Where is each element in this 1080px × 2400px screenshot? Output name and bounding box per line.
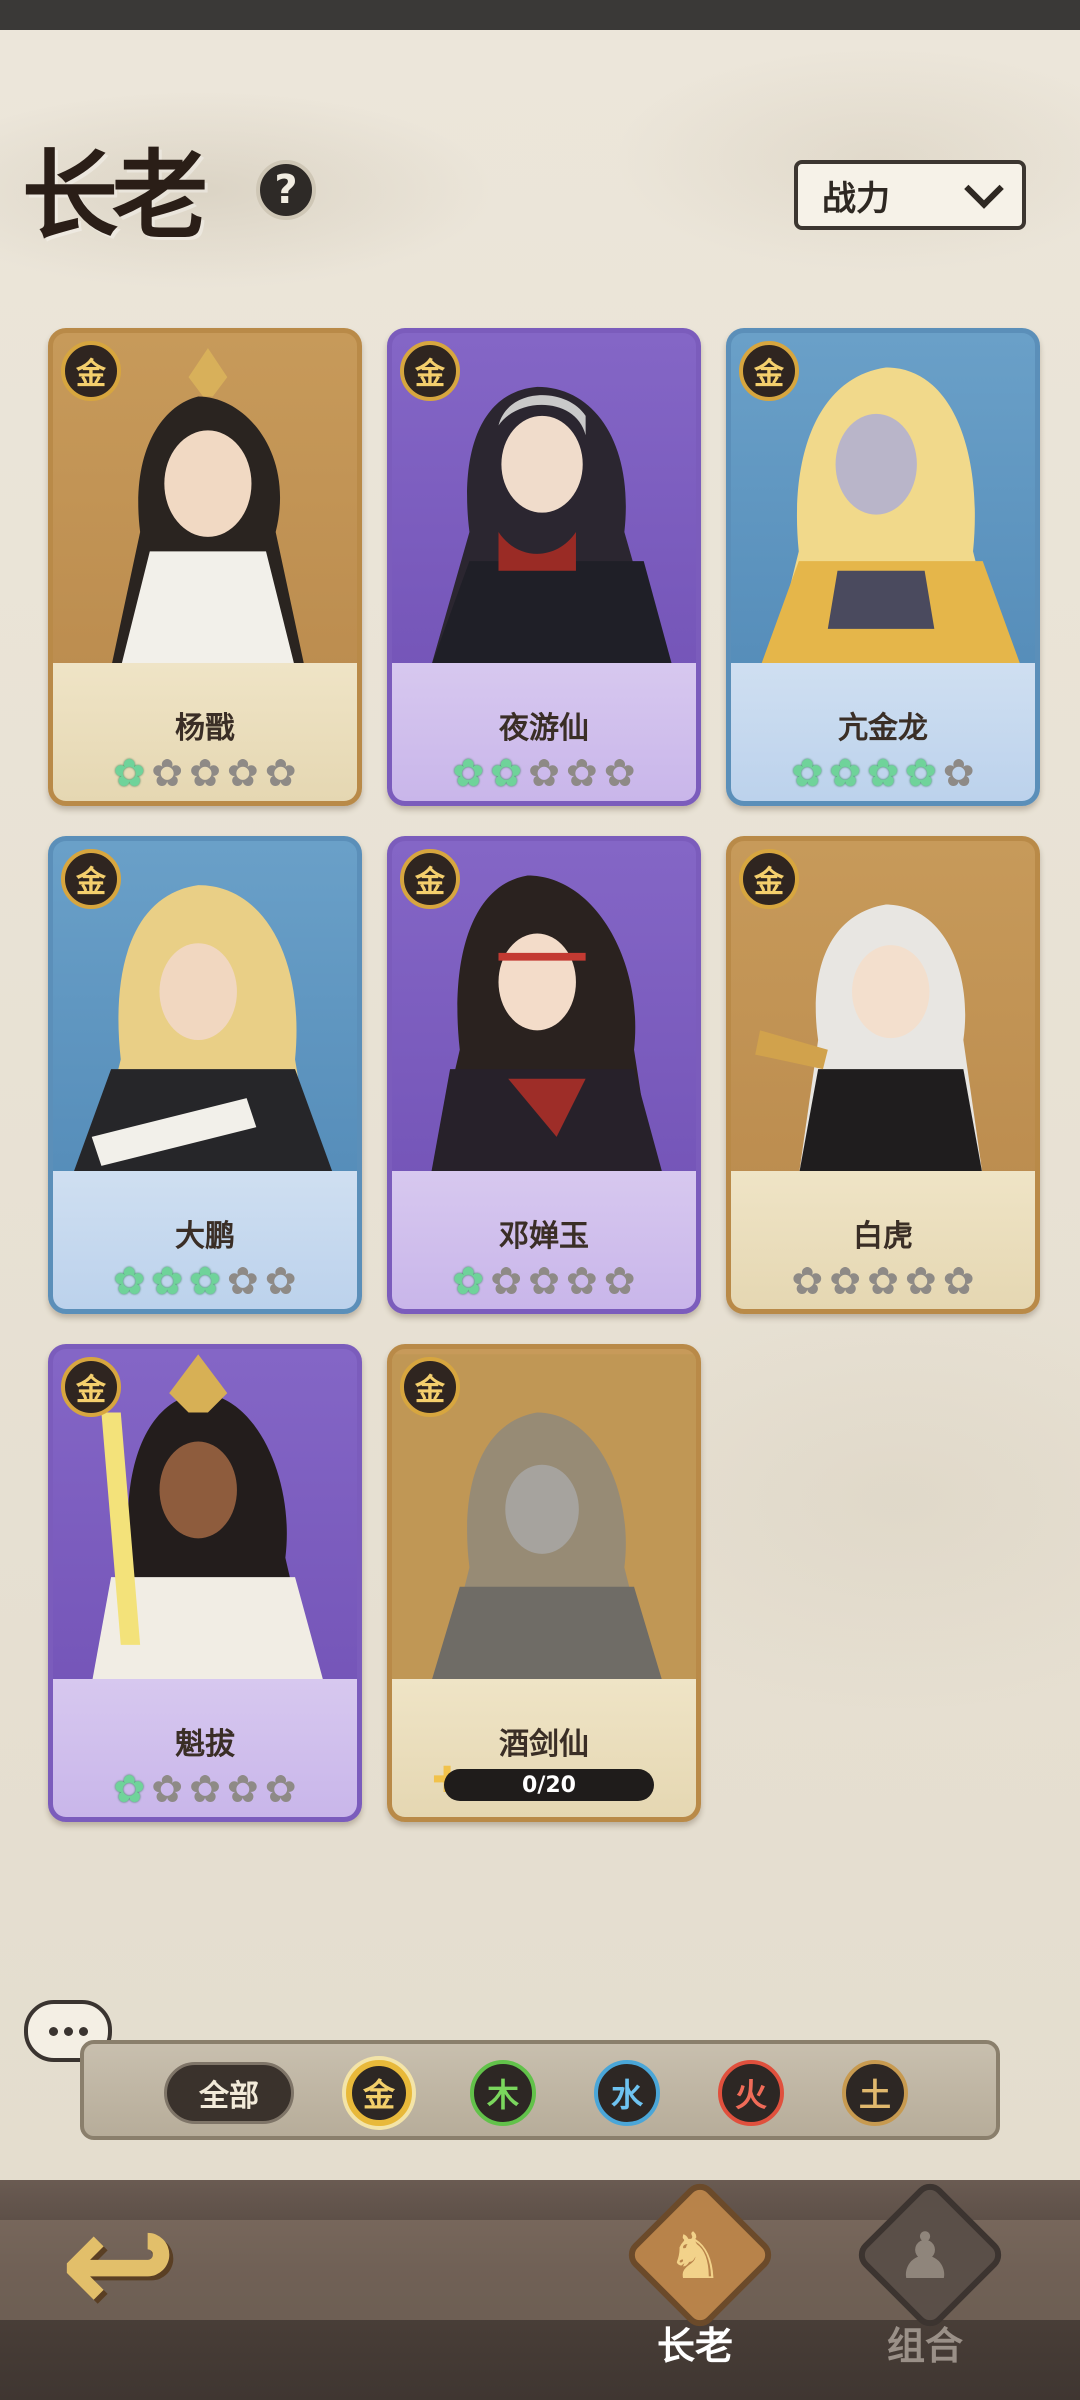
star-icon: ✿ [226,1767,259,1811]
star-icon: ✿ [829,1259,862,1303]
hero-name: 亢金龙 [838,711,928,746]
element-badge: 金 [739,341,799,401]
sort-label: 战力 [822,178,890,219]
star-icon: ✿ [151,1259,184,1303]
help-button[interactable]: ? [256,160,316,220]
star-rating: ✿ ✿ ✿ ✿ ✿ [53,753,357,793]
element-filter-bar: 全部 金 木 水 火 土 [80,2040,1000,2140]
element-badge: 金 [61,1357,121,1417]
back-arrow-icon[interactable]: ↩ [60,2195,190,2335]
hero-card-kuiba[interactable]: 金 魁拔 ✿ ✿ ✿ ✿ ✿ [48,1344,362,1822]
star-rating: ✿ ✿ ✿ ✿ ✿ [731,1261,1035,1301]
tab-label: 长老 [656,2324,733,2368]
filter-fire-button[interactable]: 火 [718,2060,784,2126]
dot-icon [63,2026,73,2036]
star-icon: ✿ [264,1767,297,1811]
star-icon: ✿ [942,751,975,795]
hero-name: 杨戬 [175,711,235,746]
star-icon: ✿ [189,751,221,795]
star-icon: ✿ [264,1259,297,1303]
star-icon: ✿ [452,751,485,795]
star-icon: ✿ [151,751,184,795]
hero-name: 夜游仙 [499,711,589,746]
star-icon: ✿ [151,1767,184,1811]
star-icon: ✿ [226,1259,259,1303]
elder-figure-icon: ♞ [666,2220,724,2294]
star-icon: ✿ [528,1259,560,1303]
star-rating: ✿ ✿ ✿ ✿ ✿ [53,1261,357,1301]
hero-name: 大鹏 [175,1219,235,1254]
filter-water-button[interactable]: 水 [594,2060,660,2126]
star-icon: ✿ [113,1259,146,1303]
star-icon: ✿ [603,751,636,795]
status-bar [0,0,1080,30]
star-icon: ✿ [791,751,824,795]
star-icon: ✿ [226,751,259,795]
star-icon: ✿ [942,1259,975,1303]
element-badge: 金 [400,341,460,401]
star-icon: ✿ [113,1767,146,1811]
star-icon: ✿ [565,1259,598,1303]
star-icon: ✿ [189,1767,221,1811]
star-icon: ✿ [113,751,146,795]
hero-card-dengchanyu[interactable]: 金 邓婵玉 ✿ ✿ ✿ ✿ ✿ [387,836,701,1314]
hero-card-yeyouxian[interactable]: 金 夜游仙 ✿ ✿ ✿ ✿ ✿ [387,328,701,806]
hero-name: 邓婵玉 [499,1219,589,1254]
hero-card-dapeng[interactable]: 金 大鹏 ✿ ✿ ✿ ✿ ✿ [48,836,362,1314]
star-icon: ✿ [867,751,899,795]
star-icon: ✿ [829,751,862,795]
star-icon: ✿ [603,1259,636,1303]
dot-icon [78,2026,88,2036]
sort-dropdown[interactable]: 战力 [794,160,1026,230]
hero-name: 白虎 [853,1219,913,1254]
element-badge: 金 [400,1357,460,1417]
star-icon: ✿ [452,1259,485,1303]
element-badge: 金 [61,341,121,401]
filter-wood-button[interactable]: 木 [470,2060,536,2126]
fragment-progress: 0/20 [444,1769,654,1801]
element-badge: 金 [61,849,121,909]
element-badge: 金 [739,849,799,909]
chevron-down-icon [964,169,1004,209]
filter-earth-button[interactable]: 土 [842,2060,908,2126]
star-rating: ✿ ✿ ✿ ✿ ✿ [392,1261,696,1301]
tab-label: 组合 [886,2324,963,2368]
filter-all-button[interactable]: 全部 [164,2062,294,2124]
star-icon: ✿ [565,751,598,795]
hero-card-kangjinlong[interactable]: 金 亢金龙 ✿ ✿ ✿ ✿ ✿ [726,328,1040,806]
tab-combination[interactable]: ♟ 组合 [850,2177,1008,2380]
star-icon: ✿ [904,751,937,795]
filter-metal-button[interactable]: 金 [346,2060,412,2126]
tab-elders[interactable]: ♞ 长老 [620,2177,778,2380]
star-icon: ✿ [490,1259,523,1303]
element-badge: 金 [400,849,460,909]
star-icon: ✿ [867,1259,899,1303]
star-icon: ✿ [904,1259,937,1303]
star-icon: ✿ [490,751,523,795]
star-icon: ✿ [189,1259,221,1303]
hero-name: 魁拔 [175,1727,235,1762]
star-rating: ✿ ✿ ✿ ✿ ✿ [392,753,696,793]
star-icon: ✿ [264,751,297,795]
page-title: 长老 [22,139,208,252]
hero-card-yangjian[interactable]: 金 杨戬 ✿ ✿ ✿ ✿ ✿ [48,328,362,806]
star-icon: ✿ [528,751,560,795]
star-icon: ✿ [791,1259,824,1303]
hero-card-baihu[interactable]: 金 白虎 ✿ ✿ ✿ ✿ ✿ [726,836,1040,1314]
hero-card-jiujianxian[interactable]: 金 酒剑仙 ✚ 0/20 [387,1344,701,1822]
star-rating: ✿ ✿ ✿ ✿ ✿ [731,753,1035,793]
star-rating: ✿ ✿ ✿ ✿ ✿ [53,1769,357,1809]
dot-icon [48,2026,58,2036]
hero-name: 酒剑仙 [499,1727,589,1762]
group-figure-icon: ♟ [896,2220,954,2294]
